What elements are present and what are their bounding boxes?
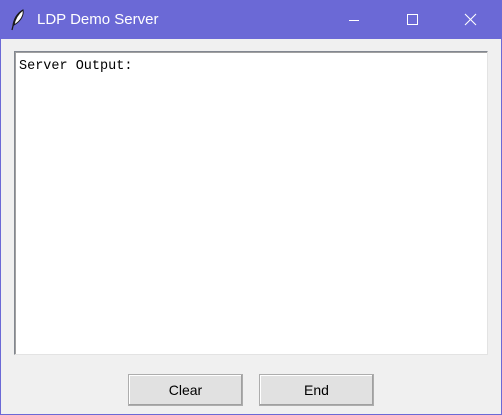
minimize-icon (349, 20, 359, 21)
close-button[interactable] (447, 1, 493, 39)
server-output-text: Server Output: (19, 59, 133, 74)
minimize-button[interactable] (331, 1, 377, 39)
server-output-textbox[interactable]: Server Output: (14, 51, 488, 355)
maximize-icon (407, 14, 418, 25)
close-icon (464, 13, 477, 26)
clear-button[interactable]: Clear (128, 374, 243, 406)
app-window: LDP Demo Server Server Output: Clear End (0, 0, 502, 415)
feather-icon (10, 9, 26, 31)
maximize-button[interactable] (389, 1, 435, 39)
end-button[interactable]: End (259, 374, 374, 406)
title-bar[interactable]: LDP Demo Server (1, 1, 501, 39)
window-title: LDP Demo Server (37, 11, 159, 28)
